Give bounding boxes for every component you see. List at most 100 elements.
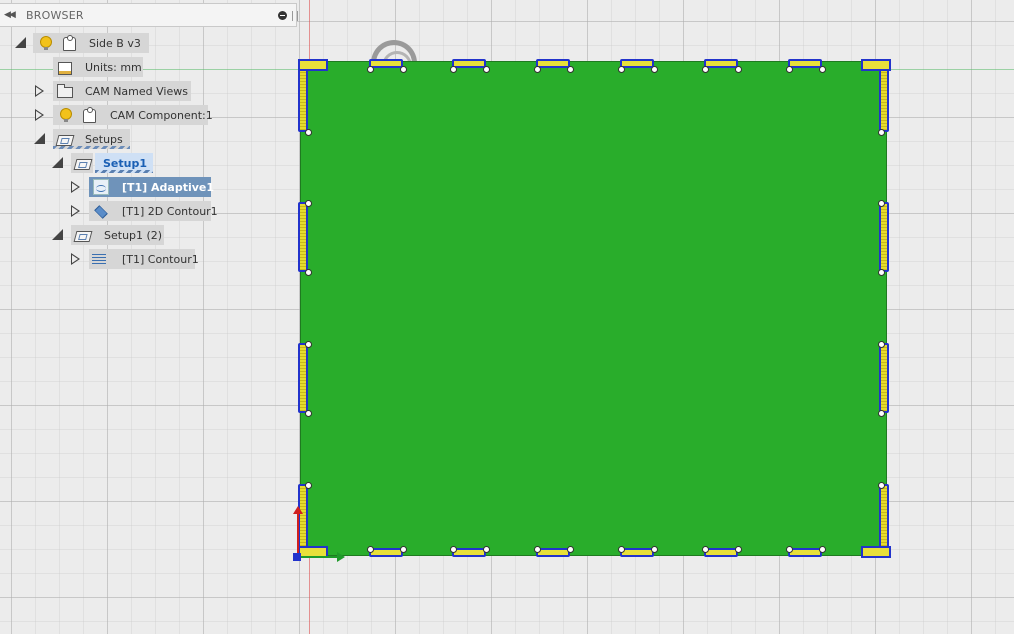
toolpath-tab-top (704, 59, 738, 68)
tree-node-label: CAM Named Views (85, 84, 188, 98)
tree-node-setups[interactable]: Setups (53, 129, 130, 149)
path-node (567, 66, 574, 73)
tree-node-label: Setups (85, 132, 123, 146)
expand-side-b-toggle[interactable] (14, 36, 28, 50)
expand-adaptive1-toggle[interactable] (69, 180, 83, 194)
path-node (483, 66, 490, 73)
path-node (305, 129, 312, 136)
toolpath-tab-top (369, 59, 403, 68)
collapse-panel-icon[interactable]: ◀◀ (4, 10, 16, 20)
tree-node-2d-contour1[interactable]: [T1] 2D Contour1 (89, 201, 218, 221)
path-node (735, 66, 742, 73)
toolpath-tab-right (879, 484, 889, 554)
toolpath-tab-right (879, 62, 889, 132)
expanded-triangle-icon (52, 229, 63, 240)
collapsed-triangle-icon (35, 109, 44, 121)
toolpath-corner (298, 59, 328, 71)
path-node (367, 546, 374, 553)
toolpath-tab-bottom (620, 548, 654, 557)
path-node (400, 546, 407, 553)
folder-icon (56, 83, 73, 99)
path-node (878, 410, 885, 417)
expand-contour1-toggle[interactable] (69, 252, 83, 266)
units-icon (56, 59, 72, 75)
tree-node-setup1-2[interactable]: Setup1 (2) (71, 225, 164, 245)
toolpath-tab-left (298, 343, 308, 413)
toolpath-tab-top (788, 59, 822, 68)
toolpath-tab-bottom (788, 548, 822, 557)
path-node (450, 546, 457, 553)
collapsed-triangle-icon (71, 181, 80, 193)
toolpath-tab-left (298, 62, 308, 132)
expanded-triangle-icon (34, 133, 45, 144)
toolpath-tab-top (536, 59, 570, 68)
toolpath-tab-left (298, 484, 308, 554)
path-node (305, 482, 312, 489)
toolpath-tab-bottom (369, 548, 403, 557)
collapsed-triangle-icon (35, 85, 44, 97)
browser-header: ◀◀ BROWSER (0, 3, 298, 27)
path-node (305, 269, 312, 276)
visibility-bulb-icon[interactable] (57, 107, 73, 123)
path-node (367, 66, 374, 73)
pin-panel-icon[interactable] (278, 11, 287, 20)
tree-node-label: Side B v3 (89, 36, 141, 50)
path-node (819, 66, 826, 73)
path-node (878, 129, 885, 136)
expanded-triangle-icon (15, 37, 26, 48)
tree-node-adaptive1[interactable]: [T1] Adaptive1 (89, 177, 215, 197)
tree-node-cam-named-views[interactable]: CAM Named Views (53, 81, 191, 101)
setup-icon (73, 155, 93, 171)
tree-node-label: [T1] Contour1 (122, 252, 199, 266)
tree-node-label: Setup1 (103, 156, 147, 170)
toolpath-corner (861, 546, 891, 558)
expand-2d-contour1-toggle[interactable] (69, 204, 83, 218)
setups-folder-icon (55, 131, 75, 147)
tree-node-label: CAM Component:1 (110, 108, 213, 122)
tree-node-label: Units: mm (85, 60, 142, 74)
visibility-bulb-icon[interactable] (37, 35, 53, 51)
x-axis-arrow-icon (297, 552, 345, 562)
tree-node-contour1[interactable]: [T1] Contour1 (89, 249, 199, 269)
tree-node-label: Setup1 (2) (104, 228, 163, 242)
tree-node-cam-component[interactable]: CAM Component:1 (53, 105, 213, 125)
path-node (305, 200, 312, 207)
expand-setup1-2-toggle[interactable] (51, 228, 65, 242)
setup1-icon-box (71, 153, 93, 173)
path-node (651, 66, 658, 73)
path-node (786, 66, 793, 73)
path-node (618, 66, 625, 73)
path-node (786, 546, 793, 553)
path-node (702, 546, 709, 553)
expanded-triangle-icon (52, 157, 63, 168)
expand-setup1-toggle[interactable] (51, 156, 65, 170)
tree-node-side-b[interactable]: Side B v3 (33, 33, 149, 53)
path-node (878, 200, 885, 207)
component-icon (81, 107, 97, 123)
path-node (735, 546, 742, 553)
path-node (878, 482, 885, 489)
path-node (305, 410, 312, 417)
tree-node-setup1[interactable]: Setup1 (95, 153, 153, 173)
toolpath-tab-top (620, 59, 654, 68)
tree-node-units[interactable]: Units: mm (53, 57, 143, 77)
panel-grip-icon[interactable] (292, 11, 298, 21)
collapsed-triangle-icon (71, 253, 80, 265)
document-icon (61, 35, 77, 51)
expand-cam-component-toggle[interactable] (33, 108, 47, 122)
path-node (567, 546, 574, 553)
path-node (534, 546, 541, 553)
toolpath-tab-bottom (704, 548, 738, 557)
collapsed-triangle-icon (71, 205, 80, 217)
stock-part[interactable] (300, 61, 887, 556)
expand-cam-named-views-toggle[interactable] (33, 84, 47, 98)
expand-setups-toggle[interactable] (33, 132, 47, 146)
path-node (878, 341, 885, 348)
tree-node-label: [T1] Adaptive1 (122, 180, 215, 194)
path-node (618, 546, 625, 553)
path-node (305, 341, 312, 348)
path-node (483, 546, 490, 553)
path-node (450, 66, 457, 73)
toolpath-tab-left (298, 202, 308, 272)
contour-icon (91, 251, 107, 267)
